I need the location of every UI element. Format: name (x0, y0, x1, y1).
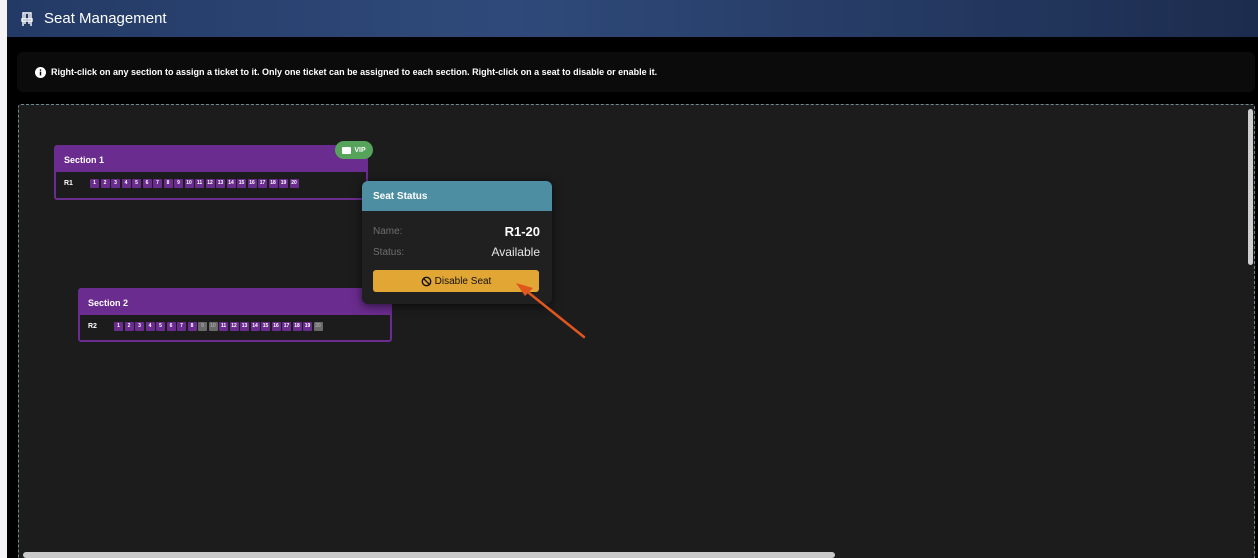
seat[interactable]: 6 (142, 178, 152, 188)
seat-list: 1 2 3 4 5 6 7 8 9 10 11 12 13 14 15 16 17 18 19 20 (114, 321, 324, 331)
seat[interactable]: 12 (229, 321, 239, 331)
vertical-scrollbar[interactable] (1248, 109, 1253, 265)
seat[interactable]: 12 (205, 178, 215, 188)
section-header: Section 2 (80, 290, 390, 315)
status-label: Status: (373, 246, 405, 258)
seat[interactable]: 2 (124, 321, 134, 331)
app-window: Seat Management Right-click on any secti… (7, 0, 1258, 558)
seat[interactable]: 13 (240, 321, 249, 331)
name-row: Name: R1-20 (362, 224, 552, 239)
seat[interactable]: 18 (292, 321, 302, 331)
seat[interactable]: 4 (145, 321, 155, 331)
seat[interactable]: 11 (195, 178, 204, 188)
section-1[interactable]: Section 1 R1 1 2 3 4 5 6 7 8 9 10 11 12 13 14 15 16 17 18… (54, 145, 368, 200)
disable-seat-label: Disable Seat (434, 275, 492, 287)
seat-list: 1 2 3 4 5 6 7 8 9 10 11 12 13 14 15 16 17 18 19 20 (90, 178, 300, 188)
seat[interactable]: 18 (268, 178, 278, 188)
seat[interactable]: 15 (261, 321, 270, 331)
info-circle-icon (35, 66, 46, 78)
vip-ticket-badge[interactable]: VIP (335, 141, 373, 159)
title-bar: Seat Management (7, 0, 1258, 37)
seat[interactable]: 4 (121, 178, 131, 188)
seat[interactable]: 15 (237, 178, 246, 188)
section-2[interactable]: Section 2 R2 1 2 3 4 5 6 7 8 9 10 11 12 13 14 15 16 17 18… (78, 288, 392, 342)
seat[interactable]: 19 (279, 178, 288, 188)
info-banner: Right-click on any section to assign a t… (17, 52, 1255, 92)
seat[interactable]: 11 (219, 321, 228, 331)
seat[interactable]: 6 (166, 321, 176, 331)
seat[interactable]: 16 (247, 178, 257, 188)
seat-name-value: R1-20 (504, 224, 540, 239)
status-row: Status: Available (362, 245, 552, 259)
vip-badge-label: VIP (354, 146, 366, 154)
seat[interactable]: 17 (258, 178, 267, 188)
seat-status-value: Available (491, 245, 540, 259)
seat[interactable]: 8 (163, 178, 173, 188)
seat[interactable]: 16 (271, 321, 281, 331)
seat-disabled[interactable]: 20 (313, 321, 323, 331)
seat[interactable]: 5 (156, 321, 165, 331)
seat[interactable]: 2 (100, 178, 110, 188)
seat[interactable]: 20 (289, 178, 299, 188)
seat[interactable]: 1 (90, 178, 99, 188)
horizontal-scrollbar[interactable] (23, 552, 835, 558)
ban-icon (421, 276, 432, 286)
seat-row: R2 1 2 3 4 5 6 7 8 9 10 11 12 13 14 15 16 17 18 19 20 (80, 315, 390, 337)
seat[interactable]: 7 (153, 178, 162, 188)
seat[interactable]: 13 (216, 178, 225, 188)
disable-seat-button[interactable]: Disable Seat (373, 270, 539, 292)
row-label: R2 (88, 322, 97, 330)
seat[interactable]: 3 (135, 321, 144, 331)
seat[interactable]: 7 (177, 321, 186, 331)
row-label: R1 (64, 179, 73, 187)
ticket-icon (342, 146, 352, 154)
window-title: Seat Management (44, 10, 167, 27)
seat-status-popup: Seat Status Name: R1-20 Status: Availabl… (362, 181, 552, 304)
seat[interactable]: 1 (114, 321, 123, 331)
name-label: Name: (373, 226, 403, 237)
seat[interactable]: 14 (250, 321, 260, 331)
info-text: Right-click on any section to assign a t… (51, 67, 658, 77)
seat[interactable]: 17 (282, 321, 291, 331)
seat[interactable]: 19 (303, 321, 312, 331)
seat[interactable]: 9 (174, 178, 183, 188)
seat[interactable]: 14 (226, 178, 236, 188)
seat-row: R1 1 2 3 4 5 6 7 8 9 10 11 12 13 14 15 16 17 18 19 20 (56, 172, 366, 194)
seat-disabled[interactable]: 9 (198, 321, 207, 331)
section-header: Section 1 (56, 147, 366, 172)
seat[interactable]: 3 (111, 178, 120, 188)
seat[interactable]: 8 (187, 321, 197, 331)
seat-disabled[interactable]: 10 (208, 321, 218, 331)
seat[interactable]: 10 (184, 178, 194, 188)
popup-title: Seat Status (362, 181, 552, 211)
seat[interactable]: 5 (132, 178, 141, 188)
seat-map-canvas[interactable]: Section 1 R1 1 2 3 4 5 6 7 8 9 10 11 12 13 14 15 16 17 18… (18, 104, 1255, 558)
chair-icon (21, 11, 33, 26)
